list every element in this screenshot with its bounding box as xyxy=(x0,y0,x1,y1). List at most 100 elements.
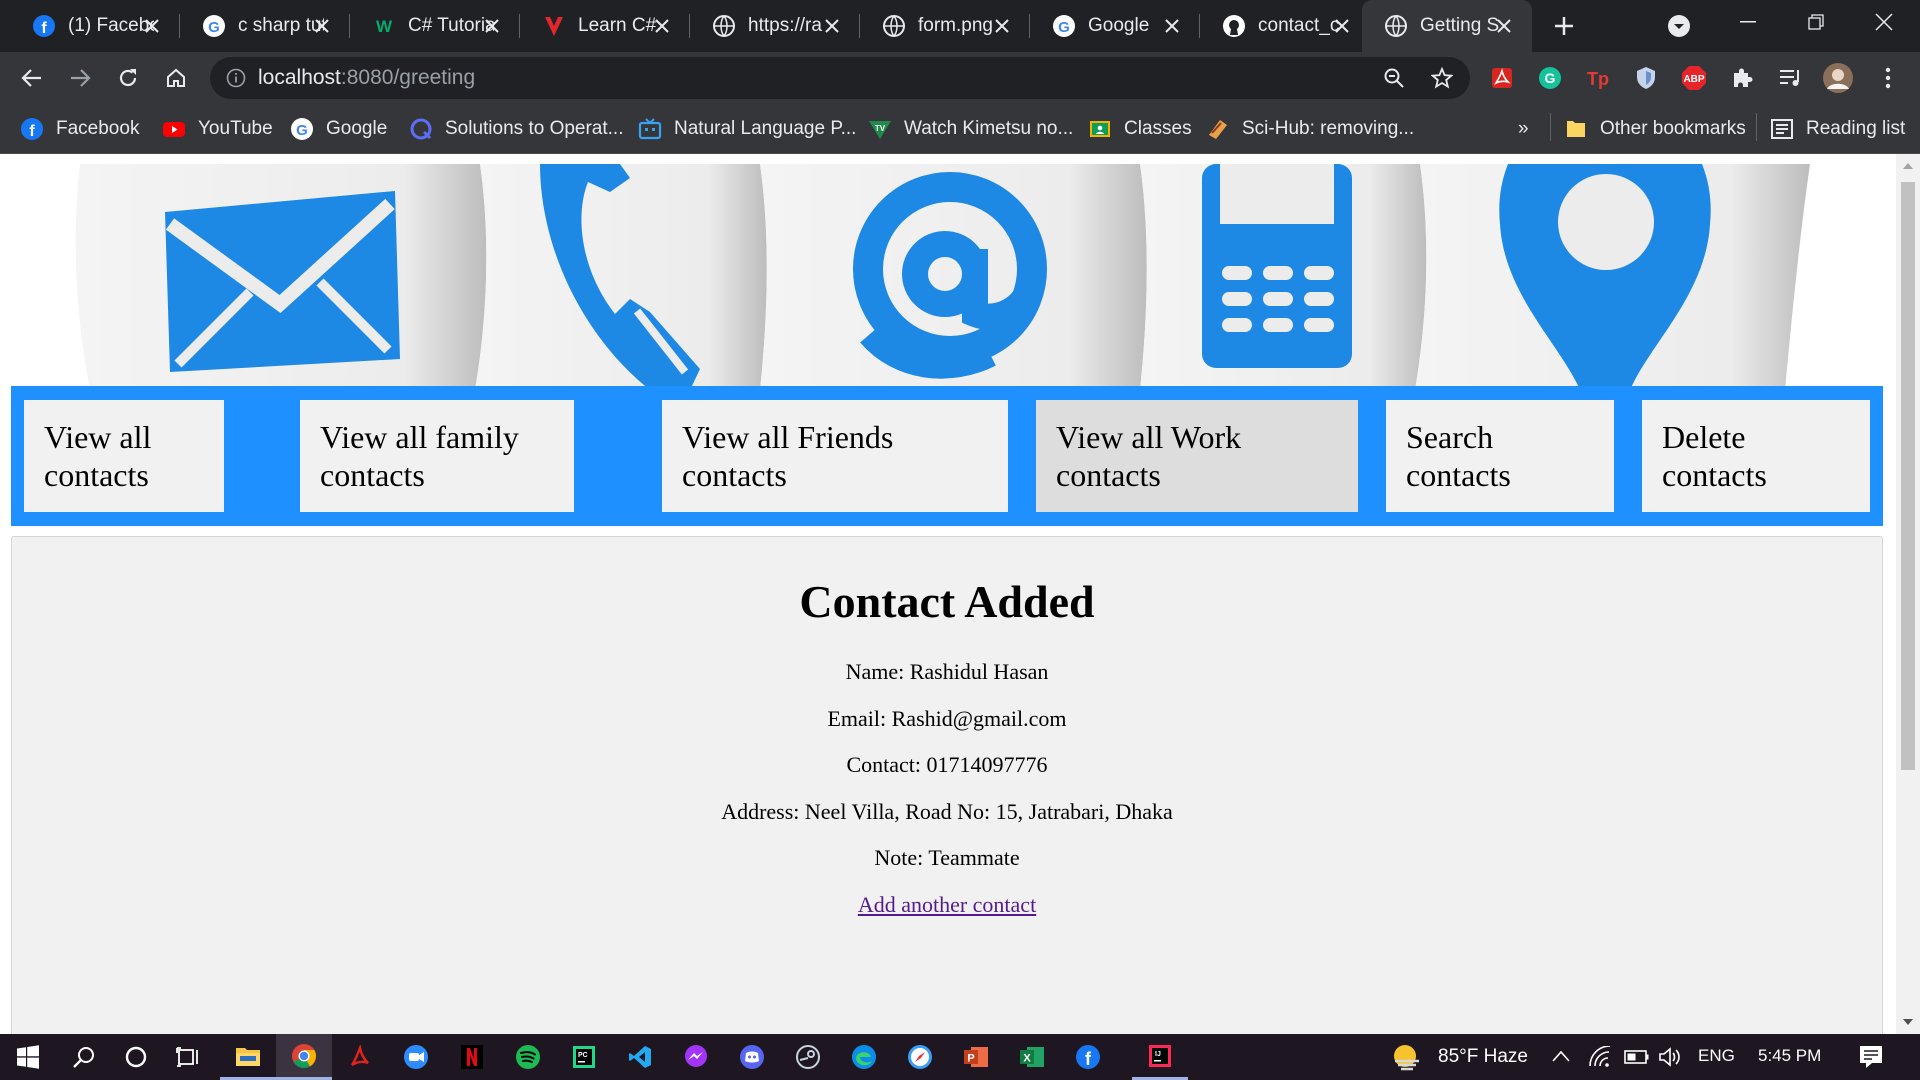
taskbar-search-button[interactable] xyxy=(56,1034,112,1080)
taskbar-messenger[interactable] xyxy=(668,1034,724,1080)
nav-view-work-contacts[interactable]: View all Work contacts xyxy=(1036,400,1358,512)
task-view-icon xyxy=(176,1047,198,1067)
tab-github-contact[interactable]: contact_c xyxy=(1200,0,1370,52)
bookmark-classes[interactable]: Classes xyxy=(1088,114,1192,144)
taskbar-powerpoint[interactable]: P xyxy=(948,1034,1004,1080)
close-icon[interactable] xyxy=(1160,14,1184,38)
new-tab-button[interactable] xyxy=(1546,8,1582,44)
nav-search-contacts[interactable]: Search contacts xyxy=(1386,400,1614,512)
home-button[interactable] xyxy=(158,60,194,96)
chevron-up-icon[interactable] xyxy=(1552,1050,1570,1062)
chevron-down-circle-icon xyxy=(1668,15,1690,37)
start-button[interactable] xyxy=(0,1034,56,1080)
taskbar-pycharm[interactable]: PC xyxy=(556,1034,612,1080)
taskbar-steam[interactable] xyxy=(780,1034,836,1080)
bookmark-google[interactable]: G Google xyxy=(290,114,387,144)
taskbar-intellij[interactable]: IJ xyxy=(1132,1034,1188,1080)
wifi-icon[interactable] xyxy=(1588,1046,1612,1068)
scroll-down-arrow-icon[interactable] xyxy=(1902,1016,1914,1028)
taskbar-zoom[interactable] xyxy=(388,1034,444,1080)
media-controls-icon[interactable] xyxy=(1774,62,1806,94)
forward-button[interactable] xyxy=(62,60,98,96)
close-icon[interactable] xyxy=(480,14,504,38)
reading-list[interactable]: Reading list xyxy=(1770,114,1905,144)
taskbar-discord[interactable] xyxy=(724,1034,780,1080)
spotify-icon xyxy=(516,1045,540,1069)
address-bar[interactable]: localhost:8080/greeting xyxy=(210,57,1470,99)
close-icon[interactable] xyxy=(650,14,674,38)
weather-text[interactable]: 85°F Haze xyxy=(1438,1046,1528,1068)
task-view-button[interactable] xyxy=(160,1034,216,1080)
other-bookmarks[interactable]: Other bookmarks xyxy=(1564,114,1746,144)
tab-getting-started[interactable]: Getting S xyxy=(1362,0,1532,52)
tab-google[interactable]: G Google xyxy=(1030,0,1200,52)
reload-button[interactable] xyxy=(110,60,146,96)
cortana-button[interactable] xyxy=(108,1034,164,1080)
taskbar-acrobat[interactable] xyxy=(332,1034,388,1080)
taskbar-file-explorer[interactable] xyxy=(220,1034,276,1080)
nav-view-friends-contacts[interactable]: View all Friends contacts xyxy=(662,400,1008,512)
taskbar-edge[interactable] xyxy=(836,1034,892,1080)
bookmark-youtube[interactable]: YouTube xyxy=(162,114,273,144)
tp-extension-icon[interactable]: Tp xyxy=(1582,62,1614,94)
tab-learn-csharp[interactable]: Learn C# xyxy=(520,0,690,52)
tab-search-button[interactable] xyxy=(1663,10,1695,42)
globe-icon xyxy=(883,15,905,37)
battery-icon[interactable] xyxy=(1624,1049,1650,1065)
taskbar-safari[interactable] xyxy=(892,1034,948,1080)
add-another-contact-link[interactable]: Add another contact xyxy=(858,892,1036,917)
avatar[interactable] xyxy=(1822,62,1854,94)
minimize-button[interactable] xyxy=(1714,0,1782,44)
restore-button[interactable] xyxy=(1782,0,1850,44)
adobe-acrobat-extension-icon[interactable] xyxy=(1486,62,1518,94)
tab-form-png[interactable]: form.png xyxy=(860,0,1030,52)
scrollbar-thumb[interactable] xyxy=(1901,182,1915,770)
browser-menu-button[interactable] xyxy=(1872,62,1904,94)
close-icon[interactable] xyxy=(140,14,164,38)
bookmark-kimetsu[interactable]: TV Watch Kimetsu no... xyxy=(868,114,1073,144)
extensions-puzzle-icon[interactable] xyxy=(1726,62,1758,94)
shield-extension-icon[interactable] xyxy=(1630,62,1662,94)
taskbar-netflix[interactable] xyxy=(444,1034,500,1080)
bookmark-scihub[interactable]: Sci-Hub: removing... xyxy=(1206,114,1414,144)
folder-icon xyxy=(1567,121,1585,137)
taskbar-facebook[interactable]: f xyxy=(1060,1034,1116,1080)
taskbar-excel[interactable]: X xyxy=(1004,1034,1060,1080)
close-icon[interactable] xyxy=(820,14,844,38)
taskbar-spotify[interactable] xyxy=(500,1034,556,1080)
bookmarks-overflow-button[interactable]: » xyxy=(1518,114,1529,144)
page-scrollbar[interactable] xyxy=(1896,154,1920,1034)
tab-c-sharp-search[interactable]: G c sharp tutorial xyxy=(180,0,350,52)
grammarly-extension-icon[interactable]: G xyxy=(1534,62,1566,94)
tab-https-link[interactable]: https://ra xyxy=(690,0,860,52)
close-icon[interactable] xyxy=(990,14,1014,38)
bookmark-solutions[interactable]: Solutions to Operat... xyxy=(409,114,624,144)
url-text[interactable]: localhost:8080/greeting xyxy=(258,66,475,90)
info-icon[interactable] xyxy=(226,68,246,88)
taskbar-vscode[interactable] xyxy=(612,1034,668,1080)
back-button[interactable] xyxy=(14,60,50,96)
taskbar-chrome[interactable] xyxy=(276,1034,332,1080)
scroll-up-arrow-icon[interactable] xyxy=(1902,160,1914,172)
close-icon[interactable] xyxy=(310,14,334,38)
nav-view-all-contacts[interactable]: View all contacts xyxy=(24,400,224,512)
clock[interactable]: 5:45 PM xyxy=(1758,1046,1821,1066)
svg-text:G: G xyxy=(1545,70,1556,86)
bookmark-star-icon[interactable] xyxy=(1426,62,1458,94)
bookmark-nlp[interactable]: Natural Language P... xyxy=(638,114,856,144)
minimize-icon xyxy=(1740,21,1756,23)
close-window-button[interactable] xyxy=(1850,0,1918,44)
bookmark-facebook[interactable]: f Facebook xyxy=(20,114,139,144)
volume-icon[interactable] xyxy=(1658,1046,1682,1068)
close-icon[interactable] xyxy=(1492,14,1516,38)
language-indicator[interactable]: ENG xyxy=(1698,1046,1735,1066)
zoom-icon[interactable] xyxy=(1378,62,1410,94)
tab-facebook[interactable]: f (1) Facebook xyxy=(10,0,180,52)
tab-csharp-tutorial[interactable]: W C# Tutorial xyxy=(350,0,520,52)
nav-view-family-contacts[interactable]: View all family contacts xyxy=(300,400,574,512)
adblock-plus-extension-icon[interactable]: ABP xyxy=(1678,62,1710,94)
nav-delete-contacts[interactable]: Delete contacts xyxy=(1642,400,1870,512)
close-icon[interactable] xyxy=(1330,14,1354,38)
notification-center-icon[interactable] xyxy=(1858,1044,1884,1070)
weather-haze-icon[interactable] xyxy=(1392,1043,1422,1071)
